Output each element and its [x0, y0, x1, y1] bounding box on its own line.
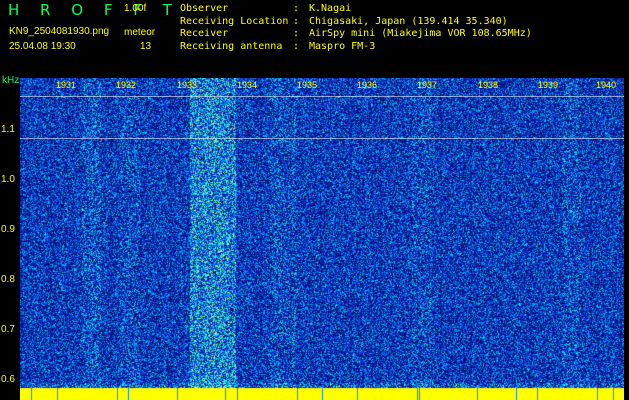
x-tick-label: 1938 [478, 80, 499, 90]
x-tick-label: 1935 [297, 80, 318, 90]
observation-info: Observer: K.Nagai Receiving Location: Chig… [180, 3, 532, 53]
x-tick-label: 1940 [596, 80, 617, 90]
capture-datetime: 25.04.08 19:30 [9, 41, 76, 52]
info-row-antenna: Receiving antenna: Maspro FM-3 [180, 40, 376, 52]
frequency-axis: 1.1 1.0 0.9 0.8 0.7 0.6 [0, 78, 20, 400]
info-row-observer: Observer: K.Nagai [180, 3, 352, 14]
x-tick-label: 1933 [177, 80, 198, 90]
info-row-receiver: Receiver: AirSpy mini (Miakejima VOR 108.… [180, 28, 532, 39]
header-panel: H R O F F T 1.00f KN9_2504081930.png met… [0, 0, 629, 75]
meteor-label: meteor [124, 27, 156, 38]
y-tick-label: 0.8 [1, 274, 15, 285]
x-tick-label: 1939 [538, 80, 559, 90]
reference-line [20, 138, 624, 139]
spectrogram-waterfall: 1931 1932 1933 1934 1935 1936 1937 1938 … [20, 78, 624, 400]
app-version: 1.00f [124, 3, 147, 14]
x-tick-label: 1932 [116, 80, 137, 90]
app-logo: H R O F F T [8, 1, 180, 19]
y-tick-label: 0.6 [1, 374, 15, 385]
image-filename: KN9_2504081930.png [9, 26, 110, 37]
x-tick-label: 1931 [56, 80, 77, 90]
y-tick-label: 0.9 [1, 224, 15, 235]
x-tick-label: 1934 [237, 80, 258, 90]
reference-line [20, 96, 624, 97]
y-tick-label: 0.7 [1, 324, 15, 335]
y-tick-label: 1.0 [1, 174, 15, 185]
y-tick-label: 1.1 [1, 124, 15, 135]
spectrogram-canvas [20, 78, 624, 400]
meteor-count: 13 [140, 41, 152, 52]
x-tick-label: 1936 [357, 80, 378, 90]
info-row-location: Receiving Location: Chigasaki, Japan (139… [180, 15, 508, 27]
x-tick-label: 1937 [417, 80, 438, 90]
